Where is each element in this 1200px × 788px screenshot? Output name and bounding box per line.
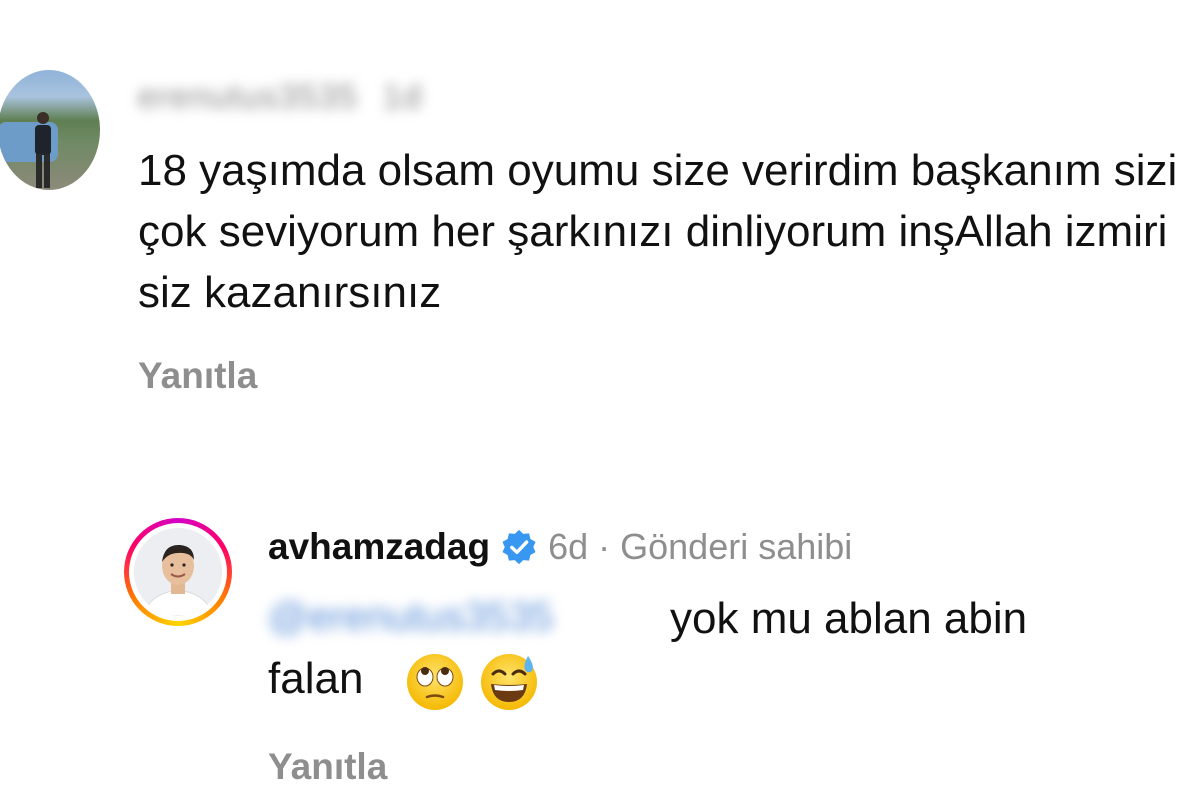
reply-button[interactable]: Yanıtla (268, 746, 387, 788)
grinning-face-with-sweat-icon (481, 654, 537, 710)
avatar-ring-gap (129, 523, 227, 621)
owner-avatar-portrait (134, 528, 222, 616)
owner-username[interactable]: avhamzadag (268, 526, 490, 568)
comment-text: 18 yaşımda olsam oyumu size verirdim baş… (138, 146, 1178, 317)
reply-button[interactable]: Yanıtla (138, 355, 257, 397)
commenter-username[interactable]: erenutus3535 1d (138, 78, 422, 117)
reply-text-line2: falan (268, 654, 364, 703)
story-ring[interactable] (124, 518, 232, 626)
face-with-rolling-eyes-icon (407, 654, 463, 710)
post-owner-label: Gönderi sahibi (620, 526, 853, 567)
owner-avatar[interactable] (134, 528, 222, 616)
commenter-username-text[interactable]: erenutus3535 (138, 78, 358, 116)
avatar-person-figure (35, 112, 51, 188)
comment-time: 6d (548, 526, 589, 567)
comment-time: 1d (382, 78, 423, 116)
emoji-row (405, 652, 539, 712)
mention-link[interactable]: @erenutus3535 (268, 595, 553, 640)
verified-badge-icon (502, 529, 536, 565)
reply-text-line1: yok mu ablan abin (670, 594, 1028, 643)
separator-dot: · (598, 526, 611, 567)
commenter-avatar[interactable] (0, 70, 100, 190)
comment-header: avhamzadag 6d · Gönderi sahibi (268, 522, 852, 572)
